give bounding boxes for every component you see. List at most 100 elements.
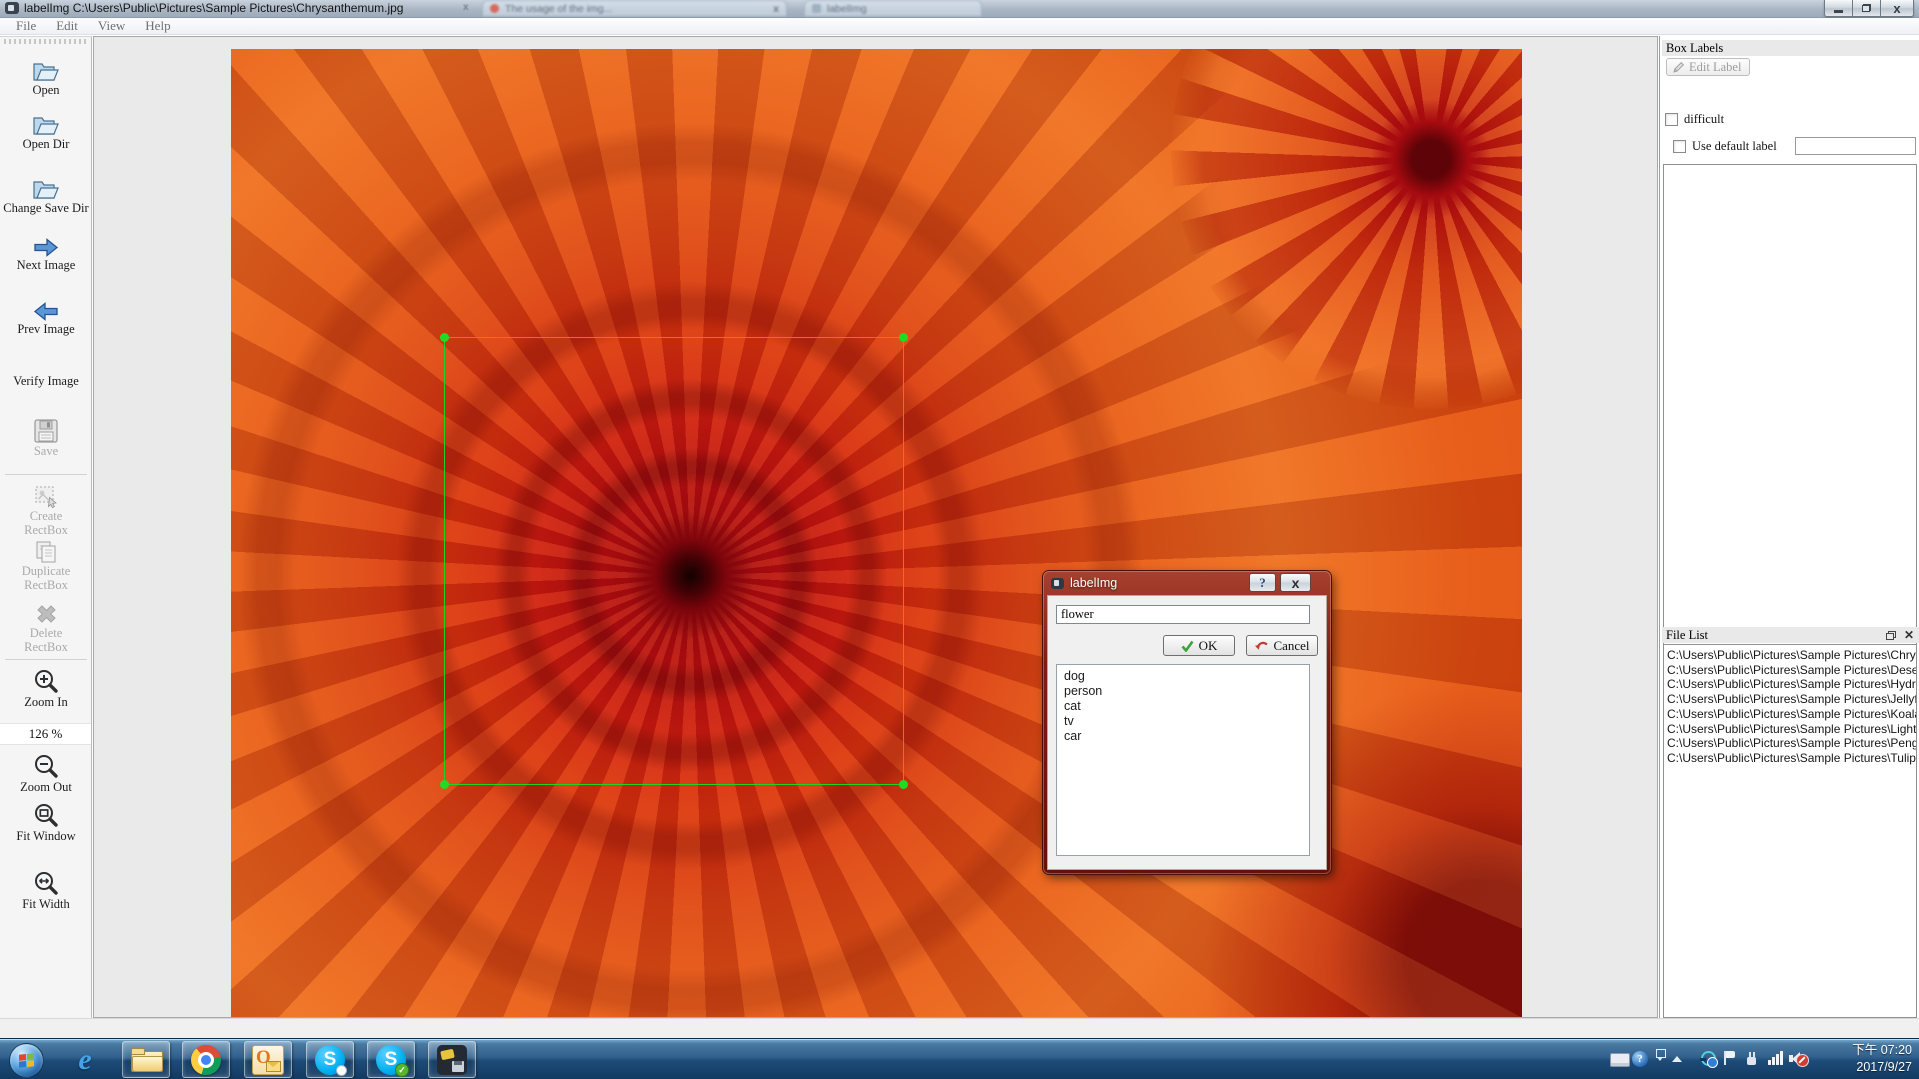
menu-edit[interactable]: Edit — [46, 18, 88, 34]
power-plug-icon[interactable] — [1746, 1052, 1757, 1065]
restore-icon — [1862, 4, 1871, 12]
toolbar-item-open[interactable]: Open — [0, 59, 92, 97]
network-signal-icon[interactable] — [1768, 1051, 1783, 1065]
label-choice[interactable]: cat — [1064, 699, 1302, 714]
image-canvas[interactable] — [93, 36, 1658, 1018]
close-icon: x — [1893, 2, 1900, 15]
toolbar-item-verify-image[interactable]: Verify Image — [0, 374, 92, 388]
tab-favicon — [490, 4, 499, 13]
cancel-button[interactable]: Cancel — [1246, 635, 1318, 656]
windows-explorer-icon — [131, 1048, 162, 1071]
toolbar-item-prev-image[interactable]: Prev Image — [0, 301, 92, 336]
background-browser-tab: labelImg — [804, 0, 982, 16]
sync-tray-icon[interactable] — [1701, 1051, 1716, 1066]
file-list-item[interactable]: C:\Users\Public\Pictures\Sample Pictures… — [1667, 736, 1916, 751]
open-folder-icon — [31, 59, 61, 83]
close-button[interactable]: x — [1880, 0, 1914, 17]
clock-time: 下午 07:20 — [1852, 1042, 1912, 1059]
label-choice[interactable]: tv — [1064, 714, 1302, 729]
toolbar-separator — [5, 659, 87, 660]
label-choice[interactable]: dog — [1064, 669, 1302, 684]
duplicate-icon — [34, 540, 58, 564]
dialog-help-button[interactable]: ? — [1249, 573, 1276, 592]
bbox-handle-bottom-left[interactable] — [440, 780, 449, 789]
zoom-in-icon — [32, 668, 60, 695]
toolbar-item-change-save-dir[interactable]: Change Save Dir — [0, 177, 92, 215]
file-list-item[interactable]: C:\Users\Public\Pictures\Sample Pictures… — [1667, 648, 1916, 663]
file-list-item[interactable]: C:\Users\Public\Pictures\Sample Pictures… — [1667, 692, 1916, 707]
bbox-handle-top-left[interactable] — [440, 333, 449, 342]
skype-signed-in-button[interactable]: S✓ — [367, 1041, 415, 1078]
internet-explorer-icon[interactable]: e — [66, 1042, 104, 1077]
action-center-flag-icon[interactable] — [1724, 1051, 1737, 1065]
volume-muted-icon[interactable] — [1789, 1051, 1809, 1067]
tab-label: labelImg — [827, 3, 974, 15]
chrome-button[interactable] — [182, 1041, 230, 1078]
change-save-dir-folder-icon — [31, 177, 61, 201]
window-restore-tray-icon[interactable] — [1655, 1049, 1666, 1061]
bbox-handle-top-right[interactable] — [899, 333, 908, 342]
start-button[interactable] — [9, 1043, 44, 1078]
windows-explorer-button[interactable] — [122, 1041, 170, 1078]
float-panel-icon[interactable] — [1886, 631, 1896, 640]
label-choices-list[interactable]: dog person cat tv car — [1056, 664, 1310, 856]
windows-flag-icon — [19, 1053, 34, 1068]
file-list-item[interactable]: C:\Users\Public\Pictures\Sample Pictures… — [1667, 663, 1916, 678]
help-tray-icon[interactable]: ? — [1632, 1051, 1648, 1067]
restore-button[interactable] — [1852, 0, 1881, 17]
window-titlebar[interactable]: labelImg C:\Users\Public\Pictures\Sample… — [0, 0, 1919, 18]
annotation-bounding-box[interactable] — [444, 337, 904, 785]
skype-icon: S — [315, 1045, 345, 1075]
toolbar-item-next-image[interactable]: Next Image — [0, 237, 92, 272]
tab-close-icon: x — [463, 2, 469, 13]
toolbar-item-delete-rectbox: Delete RectBox — [0, 602, 92, 654]
minimize-button[interactable] — [1824, 0, 1853, 17]
toolbar-item-fit-width[interactable]: Fit Width — [0, 870, 92, 911]
outlook-button[interactable]: O — [244, 1041, 292, 1078]
clock-date: 2017/9/27 — [1852, 1059, 1912, 1076]
bbox-handle-bottom-right[interactable] — [899, 780, 908, 789]
tools-toolbar: Open Open Dir Change Save Dir Next Image… — [0, 36, 92, 1018]
box-labels-header[interactable]: Box Labels — [1662, 40, 1919, 56]
file-list-header[interactable]: File List ✕ — [1662, 627, 1919, 643]
dialog-body: OK Cancel dog person cat tv car — [1047, 595, 1327, 870]
file-list[interactable]: C:\Users\Public\Pictures\Sample Pictures… — [1663, 644, 1917, 1018]
use-default-label-checkbox[interactable] — [1673, 140, 1686, 153]
window-title: labelImg C:\Users\Public\Pictures\Sample… — [24, 1, 403, 15]
keyboard-tray-icon[interactable] — [1610, 1053, 1630, 1067]
label-choice[interactable]: car — [1064, 729, 1302, 744]
toolbar-item-create-rectbox: Create RectBox — [0, 485, 92, 537]
default-label-input[interactable] — [1795, 137, 1916, 155]
toolbar-item-open-dir[interactable]: Open Dir — [0, 113, 92, 151]
background-browser-tab: The usage of the img... x — [482, 0, 787, 16]
close-panel-icon[interactable]: ✕ — [1904, 629, 1914, 641]
toolbar-item-zoom-in[interactable]: Zoom In — [0, 668, 92, 709]
label-name-input[interactable] — [1056, 605, 1310, 624]
label-choice[interactable]: person — [1064, 684, 1302, 699]
edit-label-button: Edit Label — [1666, 58, 1750, 76]
dialog-close-button[interactable]: x — [1280, 573, 1311, 592]
pencil-icon — [1672, 61, 1685, 74]
menu-help[interactable]: Help — [135, 18, 180, 34]
ok-button[interactable]: OK — [1163, 635, 1235, 656]
show-hidden-icons-button[interactable] — [1672, 1056, 1682, 1062]
difficult-row: difficult — [1665, 112, 1724, 127]
prev-arrow-icon — [33, 301, 59, 322]
labelimg-taskbar-button[interactable] — [428, 1041, 476, 1078]
dialog-controls: ? x — [1249, 573, 1311, 592]
toolbar-drag-handle[interactable] — [4, 39, 86, 44]
open-dir-folder-icon — [31, 113, 61, 137]
file-list-item[interactable]: C:\Users\Public\Pictures\Sample Pictures… — [1667, 751, 1916, 766]
difficult-checkbox[interactable] — [1665, 113, 1678, 126]
menu-file[interactable]: File — [6, 18, 46, 34]
taskbar-clock[interactable]: 下午 07:20 2017/9/27 — [1852, 1042, 1912, 1076]
file-list-item[interactable]: C:\Users\Public\Pictures\Sample Pictures… — [1667, 707, 1916, 722]
outlook-icon: O — [252, 1045, 284, 1075]
menu-view[interactable]: View — [88, 18, 135, 34]
file-list-item[interactable]: C:\Users\Public\Pictures\Sample Pictures… — [1667, 722, 1916, 737]
toolbar-item-fit-window[interactable]: Fit Window — [0, 802, 92, 843]
skype-button[interactable]: S — [306, 1041, 354, 1078]
toolbar-item-zoom-out[interactable]: Zoom Out — [0, 753, 92, 794]
file-list-item[interactable]: C:\Users\Public\Pictures\Sample Pictures… — [1667, 677, 1916, 692]
box-labels-list[interactable] — [1663, 164, 1917, 650]
